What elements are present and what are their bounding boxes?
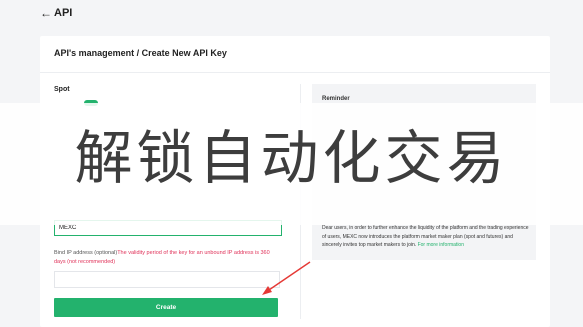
create-button[interactable]: Create [54, 298, 278, 317]
overlay-caption: 解锁自动化交易 [74, 124, 509, 192]
more-info-link[interactable]: For more information [418, 242, 464, 248]
ip-address-input[interactable] [54, 271, 280, 288]
page-title: API [54, 7, 73, 19]
ip-field-label: Bind IP address (optional)The validity p… [54, 249, 280, 267]
top-bar: ← API [0, 0, 583, 28]
header-divider [40, 72, 550, 73]
ip-label-text: Bind IP address (optional) [54, 250, 118, 256]
reminder-title: Reminder [322, 96, 350, 102]
spot-label: Spot [54, 86, 70, 93]
arrow-left-icon[interactable]: ← [40, 6, 52, 20]
reminder-text: Dear users, in order to further enhance … [322, 224, 532, 250]
breadcrumb: API's management / Create New API Key [54, 48, 227, 58]
